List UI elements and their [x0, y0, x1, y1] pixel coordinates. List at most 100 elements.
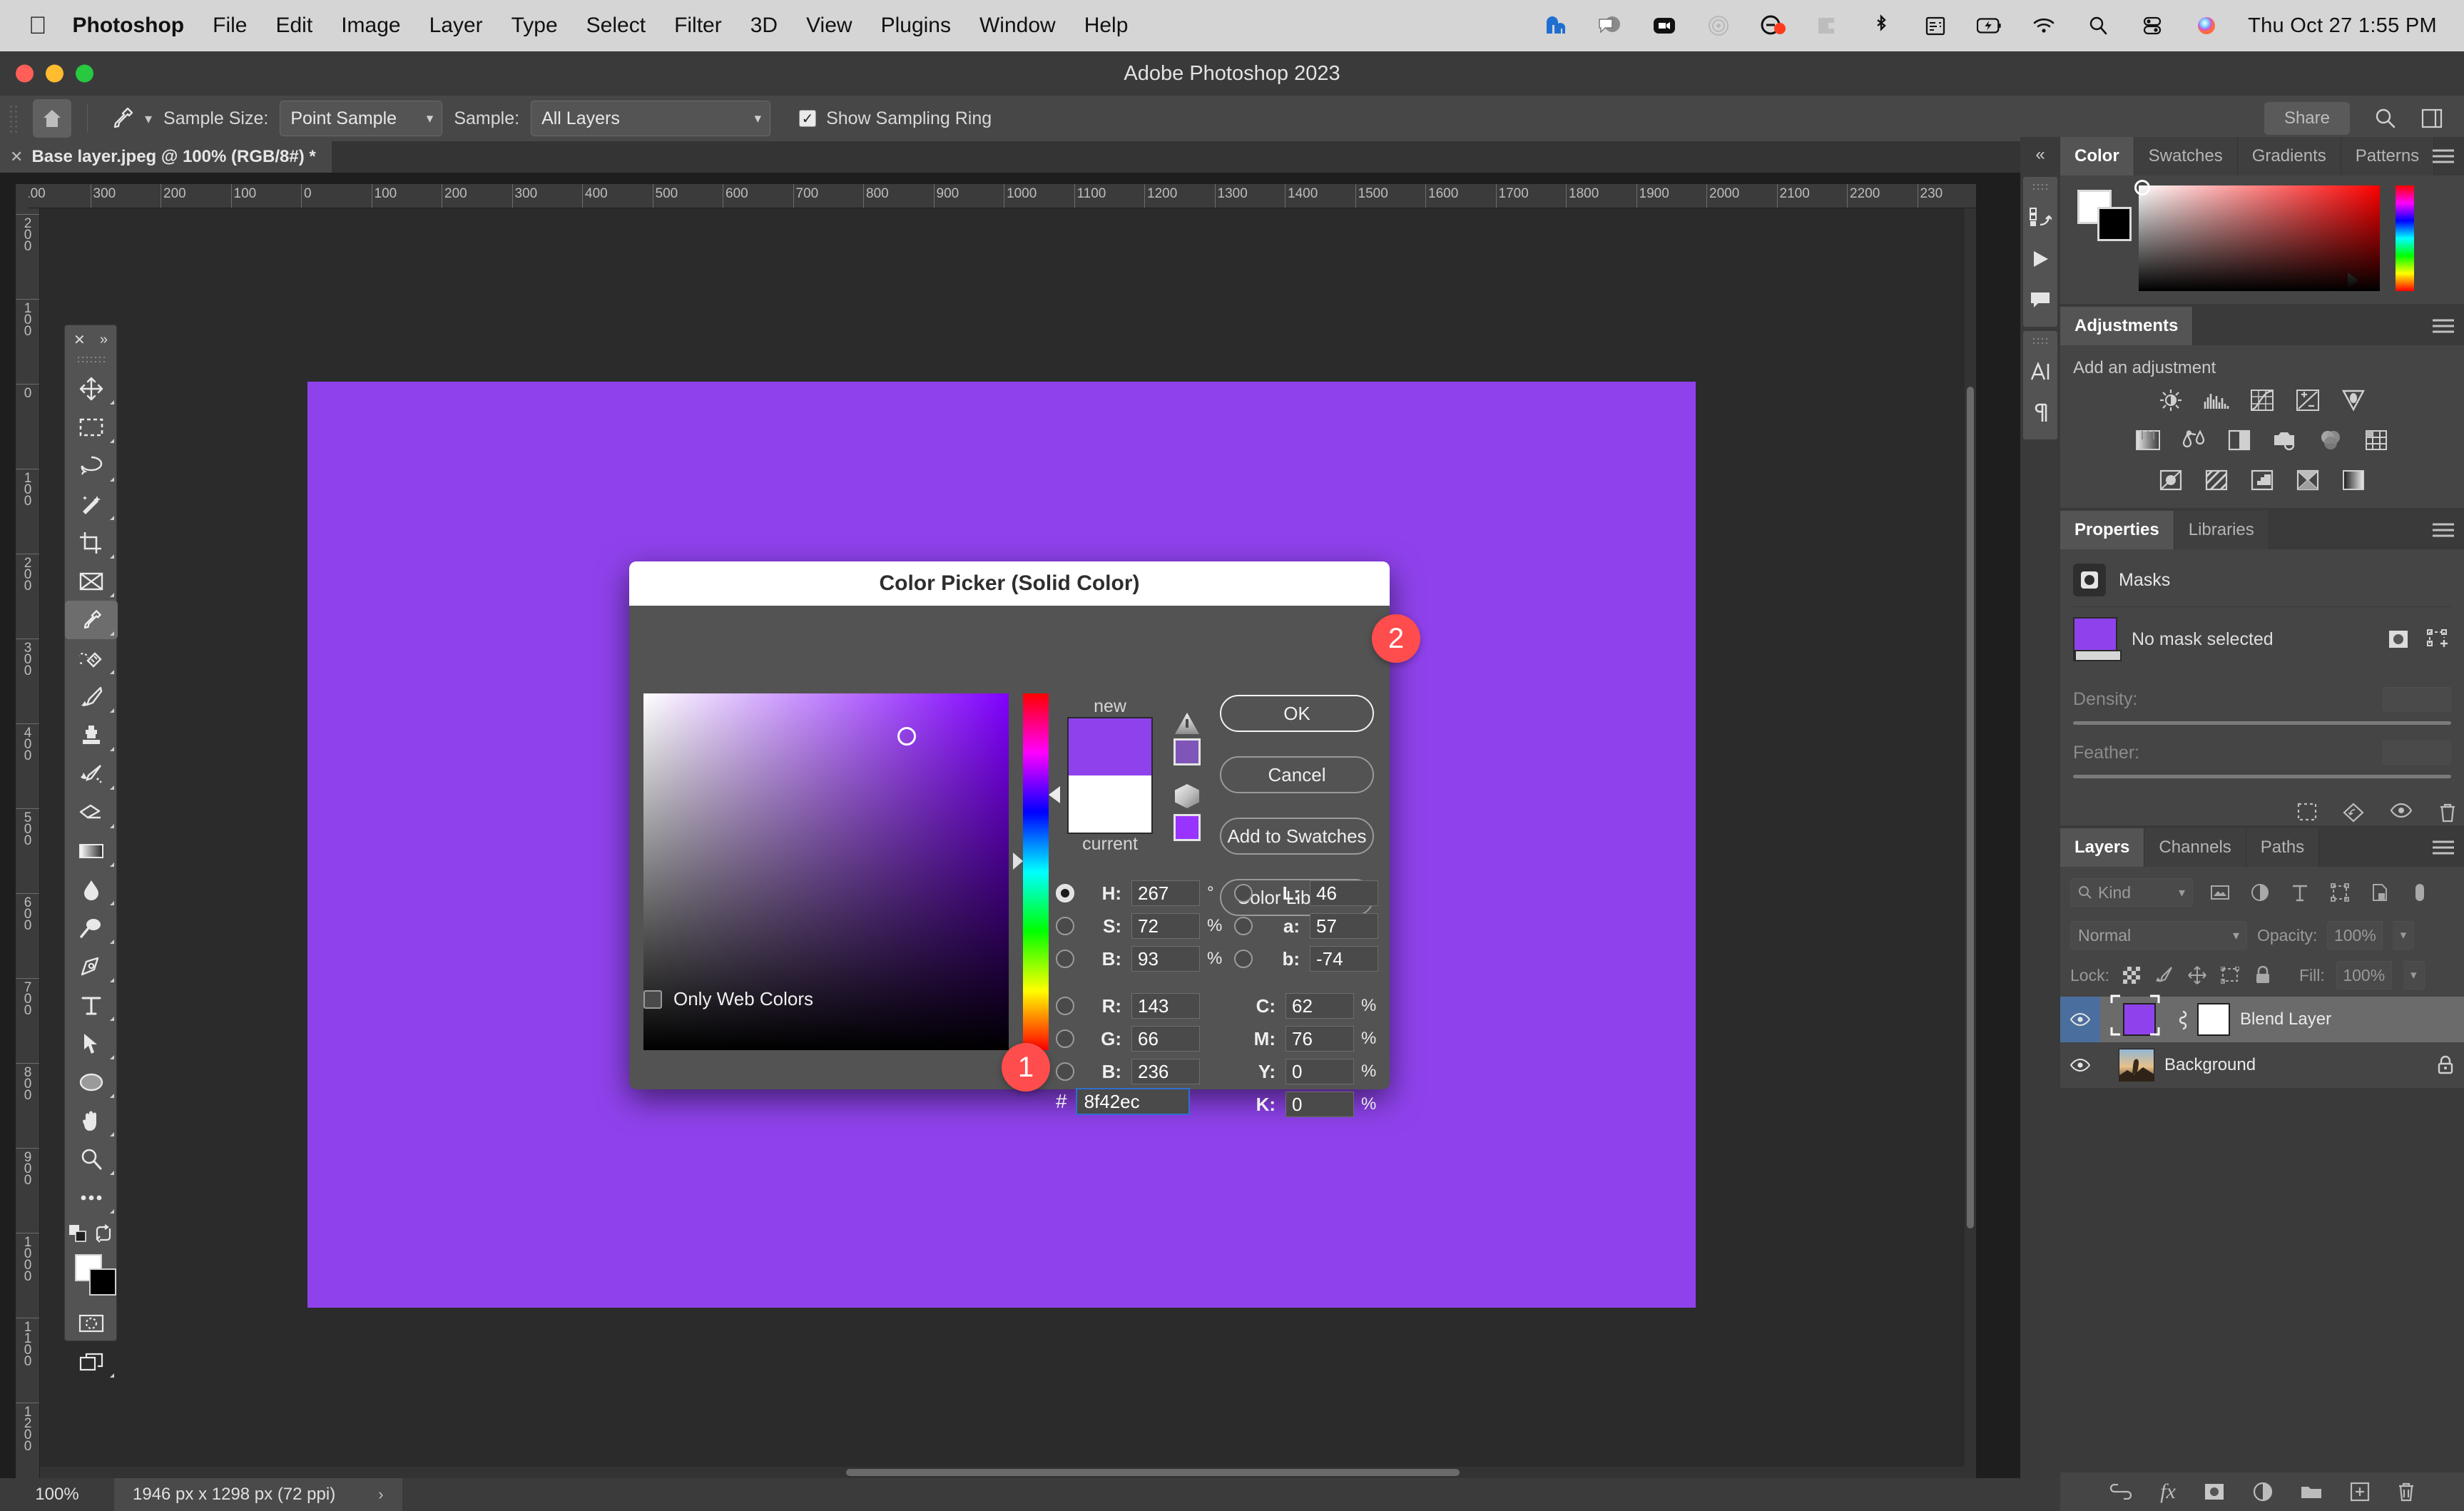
search-icon[interactable]	[2374, 107, 2397, 130]
eyedropper-tool[interactable]	[65, 601, 118, 639]
tab-libraries[interactable]: Libraries	[2174, 511, 2269, 549]
pen-tool[interactable]	[65, 947, 118, 986]
document-tab[interactable]: ✕ Base layer.jpeg @ 100% (RGB/8#) *	[0, 141, 332, 173]
filter-type-icon[interactable]	[2287, 883, 2313, 902]
panel-menu-icon[interactable]	[2433, 146, 2454, 167]
hue-slider[interactable]	[2396, 185, 2414, 291]
toggle-mask-visibility-icon[interactable]	[2390, 803, 2413, 823]
current-color-swatch[interactable]	[1067, 775, 1153, 834]
vibrance-icon[interactable]	[2338, 385, 2368, 415]
blur-tool[interactable]	[65, 870, 118, 909]
mask-thumbnail[interactable]	[2073, 617, 2122, 661]
close-icon[interactable]: ✕	[73, 331, 86, 349]
brush-tool[interactable]	[65, 678, 118, 716]
menu-file[interactable]: File	[213, 14, 247, 38]
feather-slider[interactable]: Feather:	[2073, 741, 2451, 778]
tab-swatches[interactable]: Swatches	[2134, 137, 2238, 175]
in-gamut-color-swatch[interactable]	[1174, 738, 1201, 765]
layer-name[interactable]: Blend Layer	[2240, 1009, 2331, 1029]
hue-saturation-icon[interactable]	[2133, 425, 2163, 455]
zoom-app-icon[interactable]	[1651, 13, 1677, 39]
control-center-icon[interactable]	[2139, 13, 2165, 39]
lock-image-icon[interactable]	[2154, 966, 2175, 985]
gradient-tool[interactable]	[65, 832, 118, 870]
apple-logo-icon[interactable]: 	[29, 14, 47, 38]
paragraph-icon[interactable]	[2023, 392, 2057, 434]
input-brightness[interactable]: 93	[1131, 946, 1200, 972]
exposure-icon[interactable]	[2293, 385, 2323, 415]
notification-app-icon[interactable]	[1760, 13, 1786, 39]
sample-select[interactable]: All Layers ▾	[531, 101, 771, 136]
frame-tool[interactable]	[65, 562, 118, 601]
tab-layers[interactable]: Layers	[2060, 828, 2145, 867]
collapse-panels-icon[interactable]: «	[2020, 137, 2060, 173]
channel-mixer-icon[interactable]	[2316, 425, 2346, 455]
input-m[interactable]: 76	[1286, 1026, 1354, 1052]
wifi-icon[interactable]	[2031, 13, 2057, 39]
delete-mask-icon[interactable]	[2438, 803, 2457, 823]
table-row[interactable]: Background	[2060, 1042, 2464, 1088]
menu-select[interactable]: Select	[586, 14, 646, 38]
filter-toggle-icon[interactable]	[2407, 882, 2433, 902]
lock-position-icon[interactable]	[2186, 966, 2208, 985]
tab-paths[interactable]: Paths	[2246, 828, 2320, 867]
comments-icon[interactable]	[2023, 280, 2057, 321]
input-k[interactable]: 0	[1286, 1092, 1354, 1117]
radio-green[interactable]	[1056, 1029, 1074, 1048]
menu-filter[interactable]: Filter	[674, 14, 722, 38]
canvas-vertical-scrollbar[interactable]	[1965, 208, 1976, 1478]
actions-play-icon[interactable]	[2023, 238, 2057, 280]
workspace-icon[interactable]	[2421, 108, 2443, 129]
delete-layer-icon[interactable]	[2397, 1482, 2415, 1502]
layer-filter-kind-select[interactable]: Kind ▾	[2070, 878, 2193, 907]
ok-button[interactable]: OK	[1220, 695, 1374, 732]
menu-window[interactable]: Window	[979, 14, 1056, 38]
canvas-horizontal-scrollbar[interactable]	[40, 1467, 1976, 1478]
panel-menu-icon[interactable]	[2433, 838, 2454, 858]
filter-smart-object-icon[interactable]	[2367, 883, 2393, 902]
lock-artboard-icon[interactable]	[2219, 967, 2241, 984]
menu-3d[interactable]: 3D	[750, 14, 778, 38]
link-layers-icon[interactable]	[2176, 1009, 2190, 1030]
color-picker-ring-icon[interactable]	[897, 727, 916, 746]
radio-brightness[interactable]	[1056, 950, 1074, 968]
web-safe-color-swatch[interactable]	[1174, 814, 1201, 841]
radio-hue[interactable]	[1056, 884, 1074, 902]
menu-image[interactable]: Image	[341, 14, 400, 38]
cancel-button[interactable]: Cancel	[1220, 756, 1374, 793]
input-s[interactable]: 72	[1131, 913, 1200, 939]
blend-mode-select[interactable]: Normal ▾	[2070, 921, 2247, 950]
opacity-value[interactable]: 100%	[2327, 921, 2383, 950]
new-fill-adjustment-icon[interactable]	[2253, 1482, 2273, 1502]
radar-icon[interactable]	[1706, 13, 1731, 39]
history-brush-tool[interactable]	[65, 755, 118, 793]
density-slider[interactable]: Density:	[2073, 687, 2451, 725]
edit-toolbar-button[interactable]	[65, 1179, 118, 1217]
panel-menu-icon[interactable]	[2433, 316, 2454, 337]
layer-style-fx-icon[interactable]: fx	[2160, 1480, 2176, 1504]
density-value[interactable]	[2383, 687, 2451, 711]
color-spectrum-field[interactable]	[2134, 180, 2380, 291]
tab-gradients[interactable]: Gradients	[2237, 137, 2341, 175]
menu-view[interactable]: View	[806, 14, 852, 38]
tab-color[interactable]: Color	[2060, 137, 2134, 175]
photo-filter-icon[interactable]	[2270, 425, 2300, 455]
rail-grip[interactable]	[2032, 337, 2049, 345]
filter-shape-icon[interactable]	[2327, 883, 2353, 902]
maximize-window-button[interactable]	[76, 64, 93, 83]
add-vector-mask-icon[interactable]	[2427, 629, 2451, 650]
selective-color-icon[interactable]	[2293, 465, 2323, 495]
object-selection-tool[interactable]	[65, 485, 118, 524]
spotlight-search-icon[interactable]	[2085, 13, 2111, 39]
brightness-contrast-icon[interactable]	[2156, 385, 2186, 415]
lock-transparency-icon[interactable]	[2121, 967, 2142, 984]
radio-blue[interactable]	[1056, 1062, 1074, 1081]
input-y[interactable]: 0	[1286, 1059, 1354, 1084]
table-row[interactable]: Blend Layer	[2060, 994, 2464, 1042]
fill-chevron-down-icon[interactable]: ▾	[2403, 961, 2425, 989]
threshold-icon[interactable]	[2247, 465, 2277, 495]
input-h[interactable]: 267	[1131, 880, 1200, 906]
only-web-colors-checkbox[interactable]: Only Web Colors	[643, 988, 813, 1010]
input-b[interactable]: 236	[1131, 1059, 1200, 1084]
color-balance-icon[interactable]	[2179, 425, 2209, 455]
